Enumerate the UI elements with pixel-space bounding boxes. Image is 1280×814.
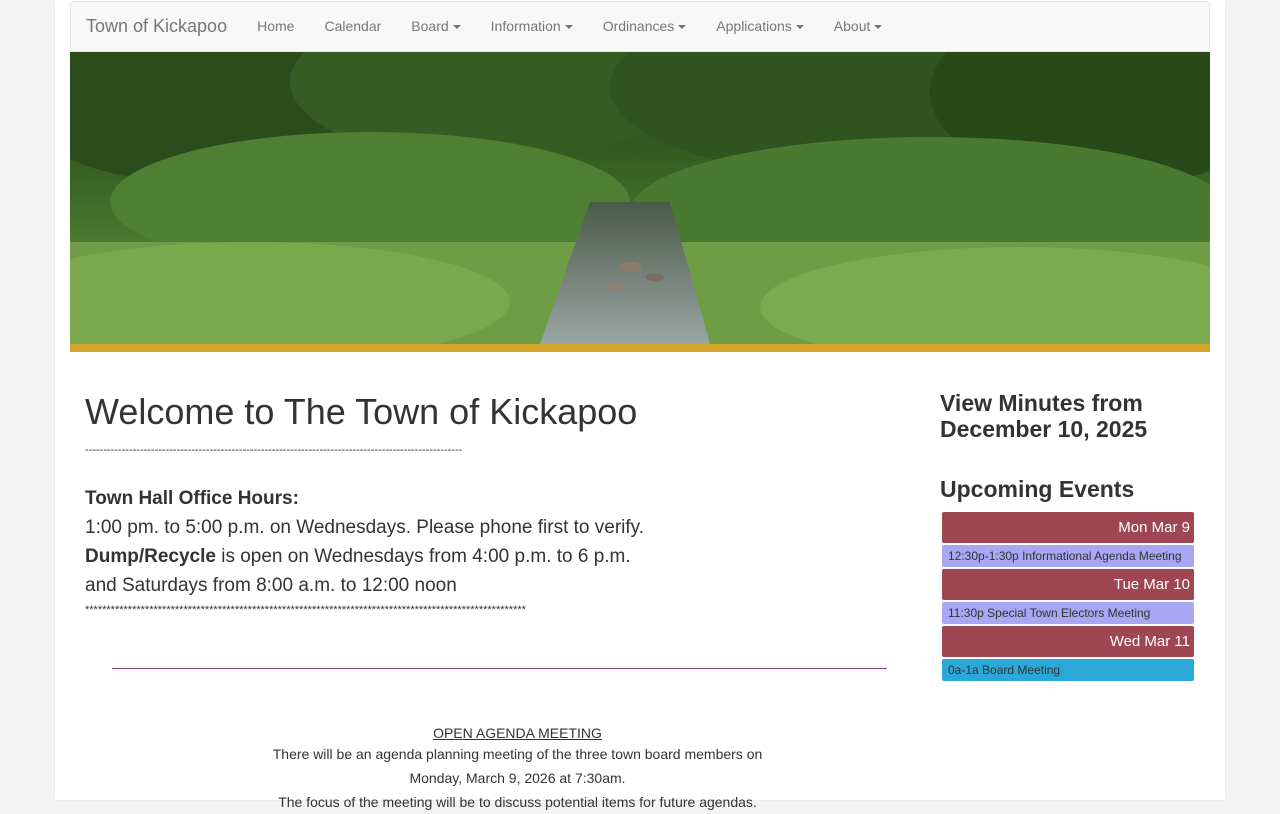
upcoming-events-heading: Upcoming Events (940, 476, 1135, 502)
event-title: Special Town Electors Meeting (987, 606, 1151, 620)
nav-information-dropdown[interactable]: Information (476, 2, 588, 51)
caret-down-icon (564, 24, 573, 29)
nav-menu: Home Calendar Board Information Ordinanc… (242, 2, 897, 51)
star-divider: ****************************************… (85, 604, 526, 616)
office-hours-text: 1:00 pm. to 5:00 p.m. on Wednesdays. Ple… (85, 517, 645, 538)
event-item[interactable]: 11:30p Special Town Electors Meeting (942, 602, 1194, 624)
main-content: Welcome to The Town of Kickapoo --------… (85, 380, 905, 810)
sidebar: View Minutes from December 10, 2025 Upco… (940, 390, 1195, 683)
event-time: 12:30p-1:30p (948, 549, 1019, 563)
nav-calendar[interactable]: Calendar (309, 2, 396, 51)
dash-divider: ----------------------------------------… (85, 444, 463, 456)
nav-about-label: About (833, 18, 871, 34)
office-hours-block: Town Hall Office Hours: 1:00 pm. to 5:00… (85, 484, 905, 600)
nav-board-dropdown[interactable]: Board (396, 2, 475, 51)
day-header: Wed Mar 11 (942, 626, 1194, 657)
horizontal-rule (112, 668, 887, 669)
events-list: Mon Mar 9 12:30p-1:30p Informational Age… (942, 512, 1194, 681)
event-title: Board Meeting (982, 663, 1061, 677)
event-time: 11:30p (948, 606, 984, 620)
brand-link[interactable]: Town of Kickapoo (71, 2, 242, 51)
creek-landscape-photo (70, 52, 1210, 344)
agenda-notice: OPEN AGENDA MEETING There will be an age… (85, 725, 950, 814)
nav-ordinances-label: Ordinances (602, 18, 675, 34)
dump-recycle-line: Dump/Recycle is open on Wednesdays from … (85, 542, 905, 571)
nav-about-dropdown[interactable]: About (819, 2, 898, 51)
nav-calendar-label: Calendar (324, 18, 382, 34)
agenda-line-2: Monday, March 9, 2026 at 7:30am. (409, 770, 626, 786)
nav-ordinances-dropdown[interactable]: Ordinances (588, 2, 702, 51)
office-hours-label: Town Hall Office Hours: (85, 488, 299, 509)
agenda-title: OPEN AGENDA MEETING (433, 725, 602, 741)
event-item[interactable]: 0a-1a Board Meeting (942, 659, 1194, 681)
day-header: Tue Mar 10 (942, 569, 1194, 600)
top-navbar: Town of Kickapoo Home Calendar Board Inf… (70, 1, 1210, 52)
agenda-line-3: The focus of the meeting will be to disc… (278, 794, 757, 810)
nav-board-label: Board (411, 18, 449, 34)
banner-image (70, 52, 1210, 344)
saturday-hours-text: and Saturdays from 8:00 a.m. to 12:00 no… (85, 575, 457, 596)
nav-home-label: Home (257, 18, 295, 34)
day-header: Mon Mar 9 (942, 512, 1194, 543)
caret-down-icon (452, 24, 461, 29)
event-time: 0a-1a (948, 663, 979, 677)
minutes-link-heading[interactable]: View Minutes from December 10, 2025 (940, 390, 1195, 442)
dump-recycle-label: Dump/Recycle (85, 546, 216, 567)
nav-applications-dropdown[interactable]: Applications (701, 2, 819, 51)
event-title: Informational Agenda Meeting (1022, 549, 1182, 563)
caret-down-icon (678, 24, 687, 29)
caret-down-icon (795, 24, 804, 29)
agenda-line-1: There will be an agenda planning meeting… (272, 746, 763, 762)
nav-information-label: Information (490, 18, 561, 34)
event-item[interactable]: 12:30p-1:30p Informational Agenda Meetin… (942, 545, 1194, 567)
page-title: Welcome to The Town of Kickapoo (85, 391, 638, 432)
nav-applications-label: Applications (716, 18, 792, 34)
nav-home[interactable]: Home (242, 2, 309, 51)
caret-down-icon (874, 24, 883, 29)
dump-recycle-text: is open on Wednesdays from 4:00 p.m. to … (215, 546, 631, 567)
banner-accent-bar (70, 344, 1210, 352)
